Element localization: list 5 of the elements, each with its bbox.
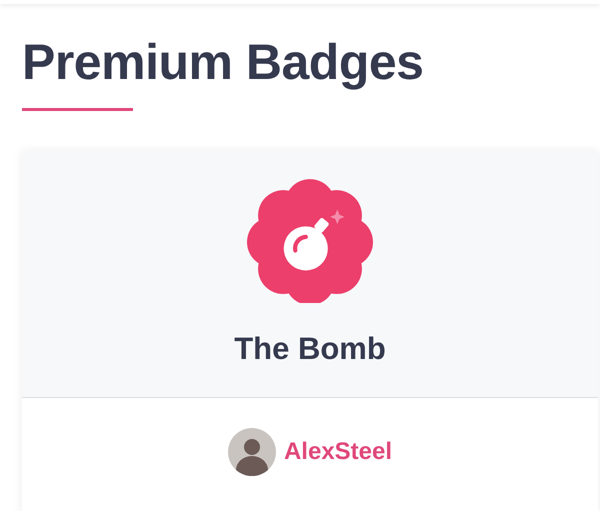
badge-name: The Bomb xyxy=(234,331,386,367)
page-title: Premium Badges xyxy=(22,34,424,90)
bomb-badge-icon xyxy=(247,177,373,303)
username-link[interactable]: AlexSteel xyxy=(284,438,392,466)
avatar[interactable] xyxy=(228,428,276,476)
